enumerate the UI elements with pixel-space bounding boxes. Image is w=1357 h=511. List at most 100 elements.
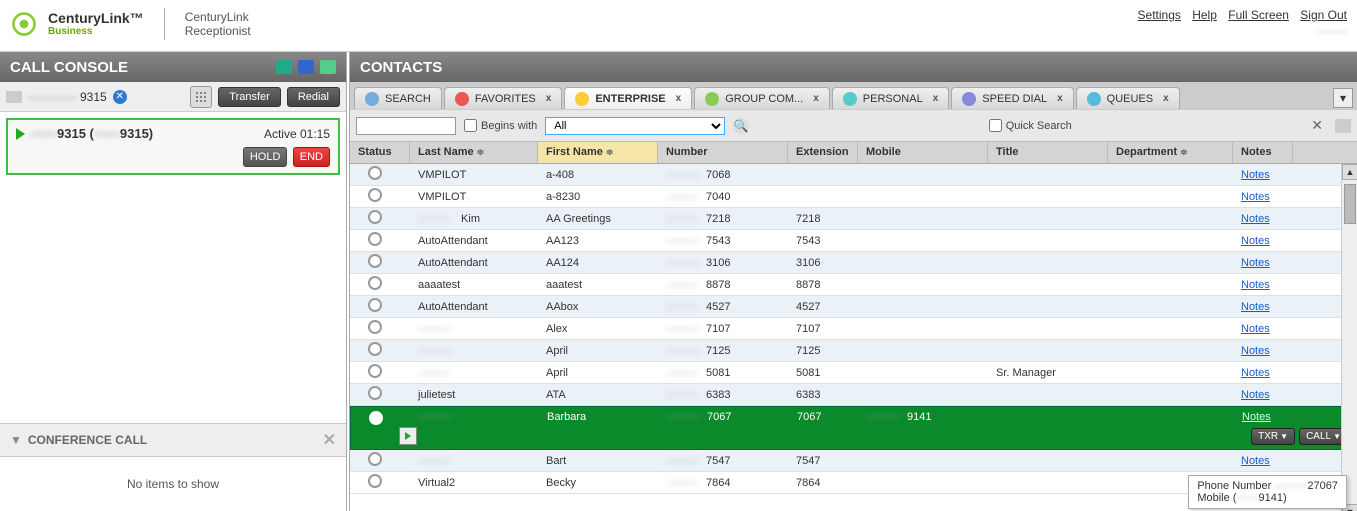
- table-row[interactable]: VMPILOTa-408———7068Notes: [350, 164, 1357, 186]
- col-extension[interactable]: Extension: [788, 142, 858, 163]
- call-console-panel: CALL CONSOLE ———— 9315 ✕ Transfer Redial: [0, 52, 350, 511]
- scroll-up-icon[interactable]: ▲: [1342, 164, 1357, 180]
- table-row[interactable]: aaaatestaaatest———88788878Notes: [350, 274, 1357, 296]
- table-row[interactable]: ———Alex———71077107Notes: [350, 318, 1357, 340]
- active-call-row: ——9315 (——9315) Active 01:15: [16, 126, 330, 141]
- table-row[interactable]: ———April———71257125Notes: [350, 340, 1357, 362]
- conference-close-icon[interactable]: ✕: [323, 430, 336, 450]
- tab-enterprise[interactable]: ENTERPRISEx: [564, 87, 692, 109]
- notes-link[interactable]: Notes: [1241, 345, 1270, 357]
- cell-extension: 8878: [788, 279, 858, 291]
- tab-icon: [705, 92, 719, 106]
- tab-search[interactable]: SEARCH: [354, 87, 442, 109]
- col-notes[interactable]: Notes: [1233, 142, 1293, 163]
- notes-link[interactable]: Notes: [1241, 279, 1270, 291]
- cell-number: ———6383: [658, 389, 788, 401]
- app-name: CenturyLink Receptionist: [185, 10, 251, 39]
- begins-with-checkbox[interactable]: Begins with: [464, 119, 537, 132]
- cell-first-name: April: [538, 367, 658, 379]
- scroll-thumb[interactable]: [1344, 184, 1356, 224]
- play-icon: [16, 128, 25, 140]
- notes-link[interactable]: Notes: [1241, 235, 1270, 247]
- col-status[interactable]: Status: [350, 142, 410, 163]
- clear-search-icon[interactable]: ✕: [1311, 117, 1323, 134]
- table-row[interactable]: ——— KimAA Greetings———72187218Notes: [350, 208, 1357, 230]
- search-icon[interactable]: 🔍: [733, 118, 749, 134]
- end-button[interactable]: END: [293, 147, 330, 167]
- notes-link[interactable]: Notes: [1241, 257, 1270, 269]
- tab-close-icon[interactable]: x: [676, 93, 682, 104]
- col-department[interactable]: Department≑: [1108, 142, 1233, 163]
- cell-first-name: AA123: [538, 235, 658, 247]
- header-links: Settings Help Full Screen Sign Out ———: [1130, 8, 1347, 38]
- settings-link[interactable]: Settings: [1138, 8, 1181, 22]
- filter-select[interactable]: All: [545, 117, 725, 135]
- table-row[interactable]: ———Bart———75477547Notes: [350, 450, 1357, 472]
- tab-icon: [365, 92, 379, 106]
- cell-first-name: Bart: [538, 455, 658, 467]
- hold-button[interactable]: HOLD: [243, 147, 288, 167]
- list-view-icon[interactable]: [1335, 119, 1351, 133]
- collapse-icon: ▼: [10, 433, 22, 447]
- table-row[interactable]: ———Barbara———70677067———9141NotesTXR ▼CA…: [350, 406, 1357, 450]
- tab-close-icon[interactable]: x: [813, 93, 819, 104]
- search-input[interactable]: [356, 117, 456, 135]
- conference-header[interactable]: ▼CONFERENCE CALL ✕: [0, 423, 346, 457]
- status-circle-icon: [368, 386, 382, 400]
- notes-link[interactable]: Notes: [1241, 367, 1270, 379]
- notes-link[interactable]: Notes: [1241, 191, 1270, 203]
- tab-close-icon[interactable]: x: [1163, 93, 1169, 104]
- notes-link[interactable]: Notes: [1242, 411, 1271, 423]
- table-row[interactable]: AutoAttendantAA124———31063106Notes: [350, 252, 1357, 274]
- notes-link[interactable]: Notes: [1241, 169, 1270, 181]
- tab-queues[interactable]: QUEUESx: [1076, 87, 1180, 109]
- col-mobile[interactable]: Mobile: [858, 142, 988, 163]
- notes-icon[interactable]: [320, 60, 336, 74]
- cell-number: ———8878: [658, 279, 788, 291]
- tab-close-icon[interactable]: x: [546, 93, 552, 104]
- tab-close-icon[interactable]: x: [933, 93, 939, 104]
- col-title[interactable]: Title: [988, 142, 1108, 163]
- notes-link[interactable]: Notes: [1241, 301, 1270, 313]
- redial-button[interactable]: Redial: [287, 87, 340, 107]
- notes-link[interactable]: Notes: [1241, 455, 1270, 467]
- cell-extension: 7543: [788, 235, 858, 247]
- table-row[interactable]: ———April———50815081Sr. ManagerNotes: [350, 362, 1357, 384]
- trace-icon[interactable]: [276, 60, 292, 74]
- txr-button[interactable]: TXR ▼: [1251, 428, 1295, 445]
- col-last-name[interactable]: Last Name≑: [410, 142, 538, 163]
- history-icon[interactable]: [298, 60, 314, 74]
- fullscreen-link[interactable]: Full Screen: [1228, 8, 1289, 22]
- table-body[interactable]: VMPILOTa-408———7068NotesVMPILOTa-8230———…: [350, 164, 1357, 511]
- tab-close-icon[interactable]: x: [1057, 93, 1063, 104]
- dialpad-button[interactable]: [190, 86, 212, 108]
- table-row[interactable]: julietestATA———63836383Notes: [350, 384, 1357, 406]
- cell-mobile: ———9141: [859, 411, 989, 423]
- cell-number: ———7864: [658, 477, 788, 489]
- table-row[interactable]: AutoAttendantAA123———75437543Notes: [350, 230, 1357, 252]
- notes-link[interactable]: Notes: [1241, 389, 1270, 401]
- col-number[interactable]: Number: [658, 142, 788, 163]
- expand-button[interactable]: [399, 427, 417, 445]
- cell-extension: 7864: [788, 477, 858, 489]
- vertical-scrollbar[interactable]: ▲ ▼: [1341, 164, 1357, 511]
- tab-overflow-button[interactable]: ▾: [1333, 88, 1353, 108]
- tab-favorites[interactable]: FAVORITESx: [444, 87, 562, 109]
- quick-search-checkbox[interactable]: Quick Search: [989, 119, 1072, 132]
- table-row[interactable]: AutoAttendantAAbox———45274527Notes: [350, 296, 1357, 318]
- table-row[interactable]: VMPILOTa-8230———7040Notes: [350, 186, 1357, 208]
- notes-link[interactable]: Notes: [1241, 213, 1270, 225]
- tab-personal[interactable]: PERSONALx: [832, 87, 949, 109]
- cell-last-name: AutoAttendant: [410, 301, 538, 313]
- notes-link[interactable]: Notes: [1241, 323, 1270, 335]
- tab-group-com-[interactable]: GROUP COM...x: [694, 87, 830, 109]
- help-link[interactable]: Help: [1192, 8, 1217, 22]
- clear-dial-icon[interactable]: ✕: [113, 90, 127, 104]
- active-call-card[interactable]: ——9315 (——9315) Active 01:15 HOLD END: [6, 118, 340, 175]
- tab-speed-dial[interactable]: SPEED DIALx: [951, 87, 1073, 109]
- cell-last-name: julietest: [410, 389, 538, 401]
- col-first-name[interactable]: First Name≑: [538, 142, 658, 163]
- transfer-button[interactable]: Transfer: [218, 87, 281, 107]
- signout-link[interactable]: Sign Out: [1300, 8, 1347, 22]
- status-circle-icon: [368, 364, 382, 378]
